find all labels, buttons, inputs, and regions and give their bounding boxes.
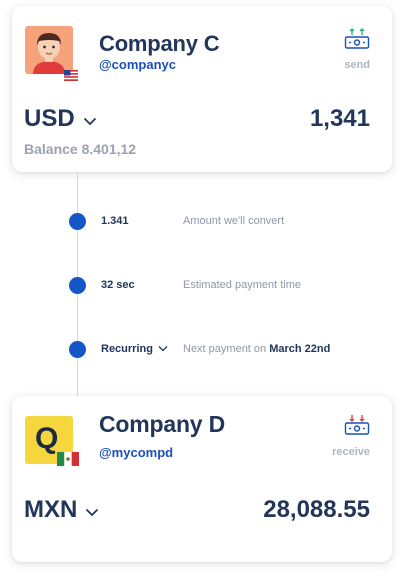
receiver-currency-code: MXN bbox=[24, 496, 78, 523]
step-payment-time: 32 sec Estimated payment time bbox=[0, 275, 406, 295]
receiver-company-name: Company D bbox=[99, 411, 225, 437]
step-description: Estimated payment time bbox=[183, 279, 301, 291]
step-description: Amount we'll convert bbox=[183, 215, 285, 227]
timeline-dot bbox=[69, 341, 86, 358]
receiver-handle[interactable]: @mycompd bbox=[99, 445, 173, 460]
person-avatar-icon bbox=[25, 26, 73, 74]
step-value: 32 sec bbox=[101, 279, 135, 291]
timeline-dot bbox=[69, 213, 86, 230]
step-description: Next payment on March 22nd bbox=[183, 343, 330, 355]
recurring-label: Recurring bbox=[101, 343, 153, 355]
sender-currency-code: USD bbox=[24, 105, 75, 132]
step-recurring: Recurring Next payment on March 22nd bbox=[0, 339, 406, 359]
receiver-currency-select[interactable]: MXN bbox=[24, 496, 99, 524]
sender-card: Company C @companyc send USD 1,341 Balan… bbox=[12, 6, 392, 172]
next-payment-date: March 22nd bbox=[269, 343, 331, 355]
receive-label: receive bbox=[332, 446, 370, 458]
receiver-card: Q Company D @mycompd receive MXN 28,088.… bbox=[12, 396, 392, 562]
send-money-icon[interactable] bbox=[344, 28, 370, 55]
send-label: send bbox=[344, 59, 370, 71]
timeline-dot bbox=[69, 277, 86, 294]
us-flag-icon bbox=[64, 68, 78, 86]
chevron-down-icon bbox=[83, 105, 97, 133]
receive-money-icon[interactable] bbox=[344, 414, 370, 441]
chevron-down-icon bbox=[158, 343, 168, 355]
step-value: 1.341 bbox=[101, 215, 129, 227]
mx-flag-icon bbox=[57, 452, 79, 471]
next-payment-prefix: Next payment on bbox=[183, 343, 267, 355]
step-convert-amount: 1.341 Amount we'll convert bbox=[0, 211, 406, 231]
sender-handle[interactable]: @companyc bbox=[99, 57, 176, 72]
recurring-dropdown[interactable]: Recurring bbox=[101, 343, 168, 355]
sender-currency-select[interactable]: USD bbox=[24, 105, 97, 133]
company-logo-letter: Q bbox=[35, 422, 59, 455]
chevron-down-icon bbox=[85, 496, 99, 524]
sender-balance: Balance 8.401,12 bbox=[24, 141, 137, 157]
sender-company-name: Company C bbox=[99, 31, 220, 56]
sender-amount[interactable]: 1,341 bbox=[310, 105, 370, 133]
receiver-amount[interactable]: 28,088.55 bbox=[263, 496, 370, 524]
